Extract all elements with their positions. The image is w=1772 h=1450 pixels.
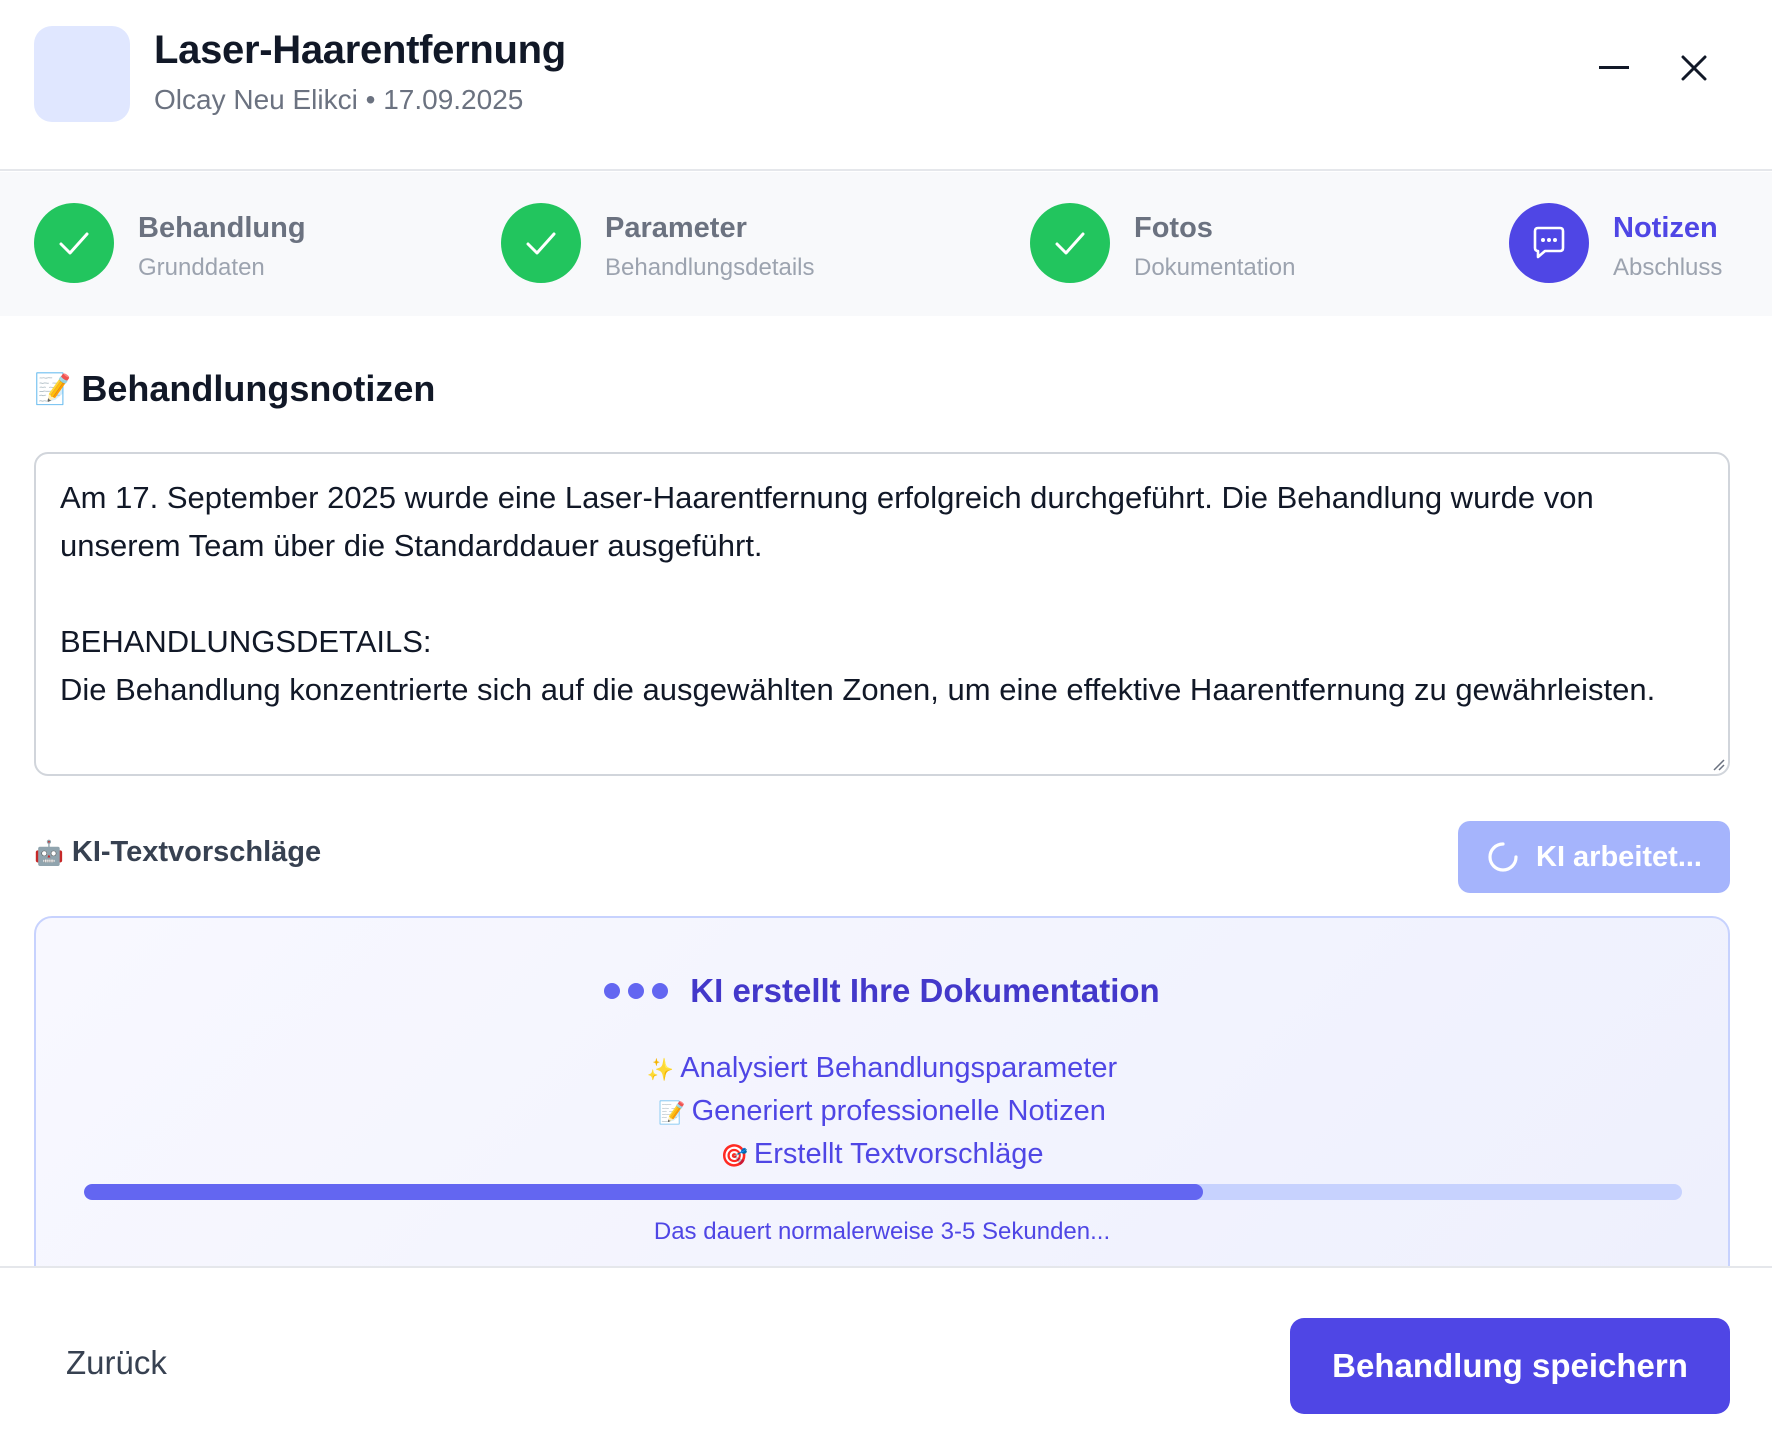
minimize-button[interactable]	[1586, 40, 1642, 96]
back-button[interactable]: Zurück	[66, 1344, 167, 1382]
ai-progress-panel: KI erstellt Ihre Dokumentation ✨ Analysie…	[34, 916, 1730, 1286]
step-sublabel: Dokumentation	[1134, 254, 1296, 281]
ai-step-text: Erstellt Textvorschläge	[753, 1138, 1044, 1170]
loading-dots-icon	[604, 983, 669, 999]
notes-title-text: Behandlungsnotizen	[81, 368, 436, 409]
ai-panel-header: KI erstellt Ihre Dokumentation	[36, 972, 1728, 1010]
ai-label-text: KI-Textvorschläge	[71, 836, 322, 868]
save-treatment-button[interactable]: Behandlung speichern	[1290, 1318, 1730, 1414]
chat-bubble-icon	[1533, 226, 1565, 259]
ai-step-list: ✨ Analysiert Behandlungsparameter 📝 Generi…	[36, 1048, 1728, 1177]
ai-working-button[interactable]: KI arbeitet...	[1458, 821, 1730, 893]
memo-icon: 📝	[34, 371, 72, 407]
step-status-circle	[34, 203, 114, 283]
step-sublabel: Grunddaten	[138, 254, 265, 281]
step-sublabel: Abschluss	[1613, 254, 1723, 281]
step-behandlung[interactable]: Behandlung Grunddaten	[34, 172, 354, 316]
modal-header: Laser-Haarentfernung Olcay Neu Elikci • …	[0, 0, 1772, 171]
progress-stepper: Behandlung Grunddaten Parameter Behandlu…	[0, 172, 1772, 316]
minus-icon	[1599, 66, 1629, 69]
resize-handle-icon[interactable]	[1710, 756, 1726, 772]
ai-duration-note: Das dauert normalerweise 3-5 Sekunden...	[653, 1218, 1111, 1245]
notes-textarea[interactable]: Am 17. September 2025 wurde eine Laser-H…	[34, 452, 1730, 776]
step-label: Parameter	[605, 212, 747, 244]
modal-footer: Zurück Behandlung speichern	[0, 1266, 1772, 1450]
modal-subtitle: Olcay Neu Elikci • 17.09.2025	[154, 84, 524, 115]
step-status-circle	[501, 203, 581, 283]
notes-section-title: 📝 Behandlungsnotizen	[34, 368, 435, 410]
sparkles-icon: ✨	[646, 1058, 675, 1083]
close-icon	[1681, 55, 1707, 81]
ai-panel-title: KI erstellt Ihre Dokumentation	[690, 972, 1160, 1009]
ai-step-text: Generiert professionelle Notizen	[691, 1095, 1106, 1127]
step-label: Notizen	[1613, 212, 1718, 244]
check-icon	[1055, 232, 1085, 255]
check-icon	[526, 232, 556, 255]
ai-step-item: 🎯 Erstellt Textvorschläge	[36, 1134, 1728, 1177]
ai-step-item: ✨ Analysiert Behandlungsparameter	[36, 1048, 1728, 1091]
ai-step-text: Analysiert Behandlungsparameter	[680, 1052, 1118, 1084]
spinner-icon	[1488, 842, 1518, 872]
modal-title: Laser-Haarentfernung	[154, 28, 566, 72]
check-icon	[59, 232, 89, 255]
step-parameter[interactable]: Parameter Behandlungsdetails	[501, 172, 881, 316]
close-button[interactable]	[1666, 40, 1722, 96]
treatment-modal: Laser-Haarentfernung Olcay Neu Elikci • …	[0, 0, 1772, 1450]
ai-progress-fill	[84, 1184, 1203, 1200]
target-icon: 🎯	[720, 1144, 748, 1169]
step-label: Fotos	[1134, 212, 1213, 244]
memo-icon: 📝	[658, 1101, 686, 1126]
ai-progress-bar	[84, 1184, 1682, 1200]
ai-step-item: 📝 Generiert professionelle Notizen	[36, 1091, 1728, 1134]
robot-icon: 🤖	[34, 838, 64, 867]
step-fotos[interactable]: Fotos Dokumentation	[1030, 172, 1350, 316]
ai-button-label: KI arbeitet...	[1536, 840, 1702, 873]
step-label: Behandlung	[138, 212, 306, 244]
treatment-thumbnail	[34, 26, 130, 122]
step-sublabel: Behandlungsdetails	[605, 254, 815, 281]
step-notizen[interactable]: Notizen Abschluss	[1509, 172, 1749, 316]
ai-suggestions-label: 🤖 KI-Textvorschläge	[34, 836, 321, 869]
step-status-circle	[1509, 203, 1589, 283]
step-status-circle	[1030, 203, 1110, 283]
